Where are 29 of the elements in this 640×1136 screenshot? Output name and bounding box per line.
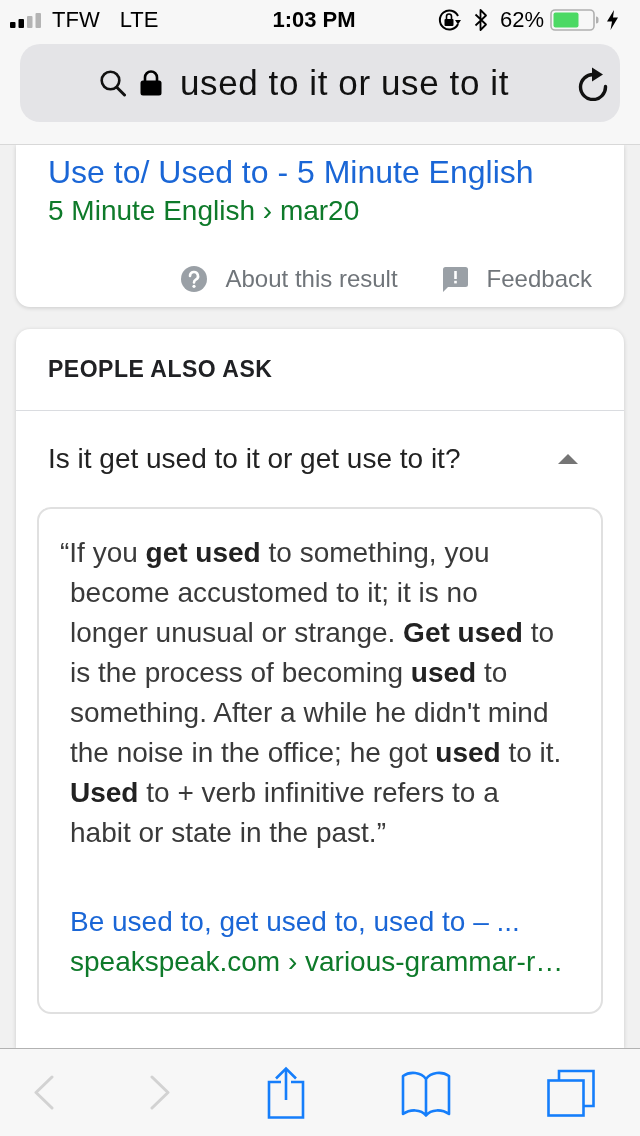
tabs-icon: [547, 1068, 595, 1117]
answer-quote: “If you get used to something, you become accustomed to it; it is no longer unusual or strange. Get used to is the process of becoming used to something. After a while he didn't mind the noise in the office; he got used to it. Used to + verb infinitive refers to a habit or state in the past.”: [60, 536, 563, 850]
search-icon: [100, 69, 126, 97]
status-time: 1:03 PM: [272, 7, 356, 33]
battery-percent: 62%: [499, 7, 544, 33]
question-toggle[interactable]: Is it get used to it or get use to it?: [16, 411, 624, 507]
source-breadcrumb: speakspeak.com › various-grammar-r…: [70, 945, 564, 979]
share-icon: [267, 1066, 305, 1119]
signal-icon: [10, 12, 42, 28]
help-icon: [180, 266, 207, 292]
lock-icon: [140, 70, 162, 96]
rotation-lock-icon: [437, 9, 462, 31]
carrier-name: TFW: [52, 7, 100, 33]
chevron-left-icon: [33, 1075, 54, 1110]
battery-icon: [550, 9, 599, 31]
feedback-button[interactable]: Feedback: [442, 264, 592, 294]
address-field[interactable]: used to it or use to it: [20, 44, 620, 122]
about-result-button[interactable]: About this result: [180, 264, 398, 294]
charging-bolt-icon: [607, 10, 618, 30]
reload-icon: [578, 65, 610, 101]
reload-button[interactable]: [578, 65, 610, 101]
result-title-link[interactable]: Use to/ Used to - 5 Minute English: [48, 154, 592, 190]
result-breadcrumb: 5 Minute English › mar20: [48, 194, 361, 228]
chevron-right-icon: [150, 1075, 171, 1110]
network-type: LTE: [119, 7, 159, 33]
source-link[interactable]: Be used to, get used to, used to – ...: [70, 902, 520, 942]
section-heading: PEOPLE ALSO ASK: [16, 329, 624, 411]
bluetooth-icon: [473, 8, 488, 32]
feedback-icon: [442, 266, 468, 292]
